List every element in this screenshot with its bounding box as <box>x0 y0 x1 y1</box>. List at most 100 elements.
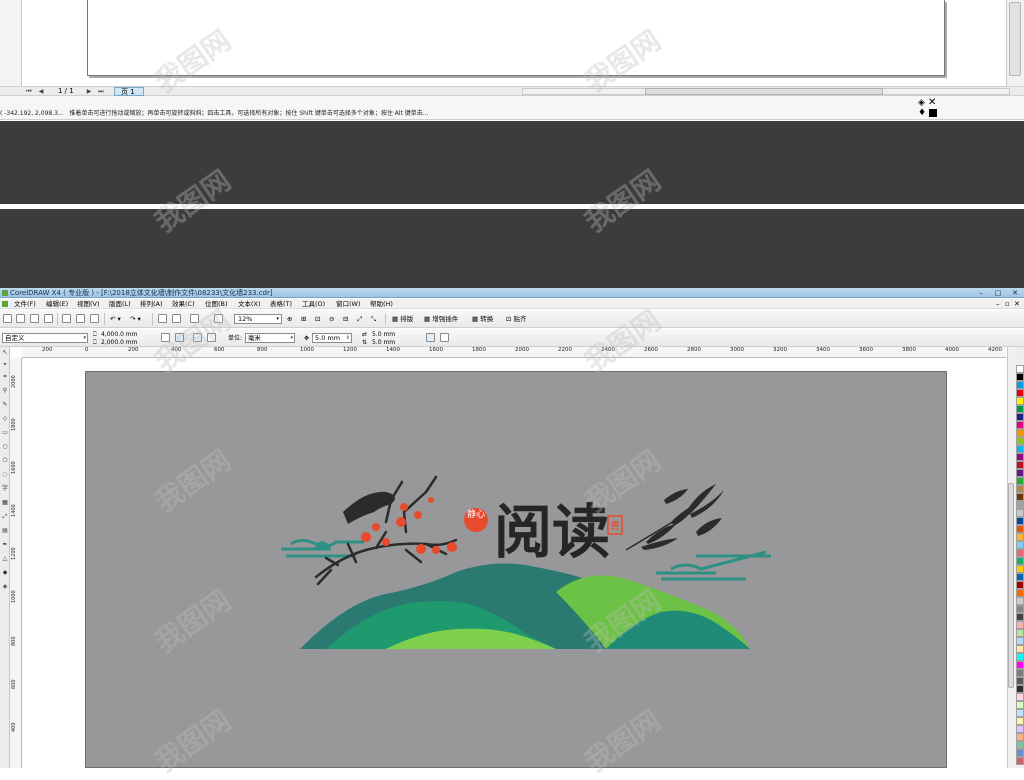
menu-file[interactable]: 文件(F) <box>14 299 36 309</box>
page-height-field[interactable]: 2,000.0 mm <box>101 339 138 346</box>
palette-swatch[interactable] <box>1016 677 1024 685</box>
zoom-tool-icon[interactable]: ⚲ <box>1 387 9 395</box>
palette-swatch[interactable] <box>1016 397 1024 405</box>
export-icon[interactable] <box>172 314 181 323</box>
treat-as-filled-icon[interactable] <box>426 333 435 342</box>
snap-button[interactable]: ⊡ 贴齐 <box>506 314 527 324</box>
palette-swatch[interactable] <box>1016 589 1024 597</box>
page-tab[interactable]: 页 1 <box>114 87 144 96</box>
ellipse-tool-icon[interactable]: ○ <box>1 443 9 451</box>
menu-text[interactable]: 文本(X) <box>238 299 261 309</box>
palette-swatch[interactable] <box>1016 629 1024 637</box>
copy-icon[interactable] <box>76 314 85 323</box>
palette-swatch[interactable] <box>1016 741 1024 749</box>
palette-swatch[interactable] <box>1016 749 1024 757</box>
document-page[interactable]: 静心 阅读 書 <box>85 371 947 768</box>
all-pages-icon[interactable] <box>193 333 202 342</box>
palette-swatch[interactable] <box>1016 685 1024 693</box>
table-tool-icon[interactable]: ▦ <box>1 499 9 507</box>
vertical-ruler[interactable]: 2000 1800 1600 1400 1200 1000 800 600 400 <box>10 358 22 768</box>
eyedropper-tool-icon[interactable]: ✒ <box>1 541 9 549</box>
top-vertical-scroll-thumb[interactable] <box>1009 2 1021 76</box>
print-icon[interactable] <box>44 314 53 323</box>
culture-wall-artwork[interactable]: 静心 阅读 書 <box>86 372 948 769</box>
palette-swatch[interactable] <box>1016 733 1024 741</box>
palette-swatch[interactable] <box>1016 389 1024 397</box>
welcome-screen-icon[interactable] <box>214 314 223 323</box>
portrait-icon[interactable] <box>161 333 170 342</box>
zoom-in-icon[interactable]: ⊕ <box>287 314 292 324</box>
zoom-page-icon[interactable]: ⊟ <box>343 314 348 324</box>
menu-bitmaps[interactable]: 位图(B) <box>205 299 228 309</box>
outline-tool-icon[interactable]: △ <box>1 555 9 563</box>
prev-page-icon[interactable]: ◀ <box>36 87 46 96</box>
zoom-out-icon[interactable]: ⊖ <box>329 314 334 324</box>
close-button[interactable]: ✕ <box>1010 289 1020 297</box>
palette-swatch[interactable] <box>1016 533 1024 541</box>
convert-button[interactable]: ▦ 转换 <box>472 314 493 324</box>
redo-icon[interactable]: ↷ ▾ <box>130 314 141 324</box>
cut-icon[interactable] <box>62 314 71 323</box>
palette-swatch[interactable] <box>1016 429 1024 437</box>
palette-swatch[interactable] <box>1016 565 1024 573</box>
palette-swatch[interactable] <box>1016 661 1024 669</box>
palette-swatch[interactable] <box>1016 525 1024 533</box>
polygon-tool-icon[interactable]: ⬠ <box>1 457 9 465</box>
current-page-icon[interactable] <box>207 333 216 342</box>
import-icon[interactable] <box>158 314 167 323</box>
undo-icon[interactable]: ↶ ▾ <box>110 314 121 324</box>
menu-help[interactable]: 帮助(H) <box>370 299 393 309</box>
crop-tool-icon[interactable]: ⌗ <box>1 373 9 381</box>
palette-swatch[interactable] <box>1016 709 1024 717</box>
vertical-scroll-thumb[interactable] <box>1008 483 1014 688</box>
drawing-canvas[interactable]: 静心 阅读 書 <box>23 359 1007 768</box>
palette-swatch[interactable] <box>1016 421 1024 429</box>
menu-effects[interactable]: 效果(C) <box>172 299 195 309</box>
menu-edit[interactable]: 编辑(E) <box>46 299 68 309</box>
palette-swatch[interactable] <box>1016 453 1024 461</box>
palette-swatch[interactable] <box>1016 757 1024 765</box>
palette-swatch[interactable] <box>1016 485 1024 493</box>
palette-swatch[interactable] <box>1016 581 1024 589</box>
application-launcher-icon[interactable] <box>190 314 199 323</box>
palette-swatch[interactable] <box>1016 645 1024 653</box>
palette-swatch[interactable] <box>1016 541 1024 549</box>
text-tool-icon[interactable]: 字 <box>1 485 9 493</box>
next-page-icon[interactable]: ▶ <box>84 87 94 96</box>
first-page-icon[interactable]: ⏮ <box>24 87 34 96</box>
menu-layout[interactable]: 版面(L) <box>109 299 131 309</box>
interactive-fill-icon[interactable]: ◈ <box>1 583 9 591</box>
pick-tool-icon[interactable]: ↖ <box>1 349 9 357</box>
units-combo[interactable]: 毫米 ▾ <box>245 333 295 343</box>
palette-swatch[interactable] <box>1016 597 1024 605</box>
palette-swatch[interactable] <box>1016 405 1024 413</box>
dimension-tool-icon[interactable]: ⤢ <box>1 513 9 521</box>
outline-color-swatch[interactable] <box>929 109 937 117</box>
nudge-distance-field[interactable]: 5.0 mm ⇕ <box>312 333 352 343</box>
palette-swatch[interactable] <box>1016 509 1024 517</box>
zoom-all-icon[interactable]: ⊡ <box>315 314 320 324</box>
last-page-icon[interactable]: ⏭ <box>96 87 106 96</box>
open-icon[interactable] <box>16 314 25 323</box>
no-fill-icon[interactable]: ✕ <box>928 97 936 108</box>
palette-swatch[interactable] <box>1016 557 1024 565</box>
zoom-height-icon[interactable]: ⤡ <box>371 314 376 324</box>
palette-swatch[interactable] <box>1016 493 1024 501</box>
rectangle-tool-icon[interactable]: ▭ <box>1 429 9 437</box>
palette-swatch[interactable] <box>1016 437 1024 445</box>
menu-arrange[interactable]: 排列(A) <box>140 299 163 309</box>
layout-button[interactable]: ▦ 排版 <box>392 314 413 324</box>
palette-swatch[interactable] <box>1016 653 1024 661</box>
palette-swatch[interactable] <box>1016 517 1024 525</box>
palette-swatch[interactable] <box>1016 365 1024 373</box>
doc-minimize-button[interactable]: – <box>996 299 1000 309</box>
palette-swatch[interactable] <box>1016 717 1024 725</box>
outline-pen-icon[interactable]: ♦ <box>918 108 926 118</box>
palette-swatch[interactable] <box>1016 477 1024 485</box>
minimize-button[interactable]: – <box>976 289 986 297</box>
palette-swatch[interactable] <box>1016 413 1024 421</box>
fill-icon[interactable]: ◈ <box>918 98 925 108</box>
palette-swatch[interactable] <box>1016 621 1024 629</box>
save-icon[interactable] <box>30 314 39 323</box>
palette-swatch[interactable] <box>1016 701 1024 709</box>
